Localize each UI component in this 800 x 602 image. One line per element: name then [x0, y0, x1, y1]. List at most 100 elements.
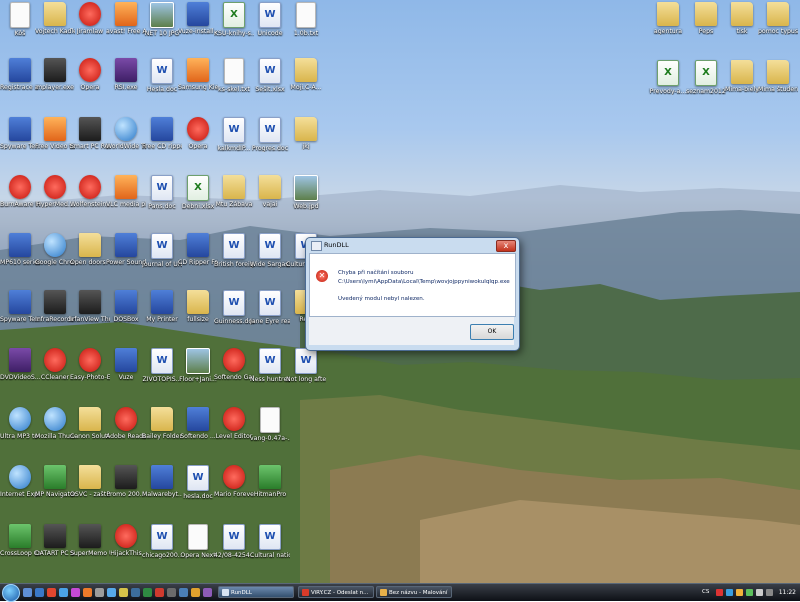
- desktop-icon[interactable]: avast! Free Antivirus: [106, 2, 146, 35]
- tools-quicklaunch-icon[interactable]: [167, 588, 176, 597]
- desktop-icon[interactable]: Jiramlaw: [70, 2, 110, 35]
- desktop-icon[interactable]: MP610 series Příručka o...: [0, 233, 40, 266]
- desktop-icon[interactable]: BurnAware Free: [0, 175, 40, 208]
- desktop-icon[interactable]: Open doors - zaštupce: [70, 233, 110, 266]
- desktop-icon[interactable]: Opera Next: [178, 524, 218, 559]
- desktop-icon[interactable]: MP Navigator ...: [35, 465, 75, 498]
- pdf-quicklaunch-icon[interactable]: [155, 588, 164, 597]
- close-button[interactable]: x: [496, 240, 516, 252]
- desktop-icon[interactable]: Mima študentský: [758, 60, 798, 93]
- desktop-icon[interactable]: WorldWide Telescope: [106, 117, 146, 150]
- desktop-icon[interactable]: ks-skel.txt: [214, 58, 254, 93]
- desktop-icon[interactable]: InfraRecorder: [35, 290, 75, 323]
- taskbar-button[interactable]: Bez názvu - Malování: [376, 586, 452, 598]
- desktop-icon[interactable]: HyperMed...: [35, 175, 75, 208]
- desktop-icon[interactable]: agentura: [648, 2, 688, 35]
- explorer-quicklaunch-icon[interactable]: [95, 588, 104, 597]
- opera-quicklaunch-icon[interactable]: [47, 588, 56, 597]
- desktop-icon[interactable]: W Progres.doc: [250, 117, 290, 152]
- desktop-icon[interactable]: Internet Explorer: [0, 465, 40, 498]
- desktop-icon[interactable]: W Guinness.doc: [214, 290, 254, 325]
- update-tray-icon[interactable]: [736, 589, 743, 596]
- desktop-icon[interactable]: Softendo ...: [178, 407, 218, 440]
- power-tray-icon[interactable]: [766, 589, 773, 596]
- desktop-icon[interactable]: Whesla.doc: [178, 465, 218, 500]
- desktop-icon[interactable]: Mario Forever: [214, 465, 254, 498]
- desktop-icon[interactable]: Power Sound Editor Free: [106, 233, 146, 266]
- media-quicklaunch-icon[interactable]: [71, 588, 80, 597]
- desktop-icon[interactable]: HitmanPro: [250, 465, 290, 498]
- word-quicklaunch-icon[interactable]: [131, 588, 140, 597]
- desktop-icon[interactable]: RSI.exe: [106, 58, 146, 91]
- network-tray-icon[interactable]: [726, 589, 733, 596]
- chrome-quicklaunch-icon[interactable]: [107, 588, 116, 597]
- desktop-icon[interactable]: Mozilla Thunderbird: [35, 407, 75, 440]
- desktop-icon[interactable]: Samsung Kies: [178, 58, 218, 91]
- desktop-icon[interactable]: DVDVideoS... Free Studio: [0, 348, 40, 381]
- desktop-icon[interactable]: X Prevody-a...: [648, 60, 688, 95]
- desktop-icon[interactable]: Promo 200...: [106, 465, 146, 498]
- switch-windows-icon[interactable]: [35, 588, 44, 597]
- desktop-icon[interactable]: Registrace a návod k ...: [0, 58, 40, 91]
- desktop-icon[interactable]: W Pans.doc: [142, 175, 182, 210]
- desktop-icon[interactable]: Bailey Folder: [142, 407, 182, 440]
- desktop-icon[interactable]: X KSU-knihy-s...: [214, 2, 254, 37]
- desktop-icon[interactable]: WkalkmdIP...: [214, 117, 254, 152]
- desktop-icon[interactable]: Spyware Ter...: [0, 117, 40, 150]
- desktop-icon[interactable]: CrossLoop Connect: [0, 524, 40, 557]
- desktop-icon[interactable]: Adobe Reader X: [106, 407, 146, 440]
- desktop-icon[interactable]: DATART PC START BO...: [35, 524, 75, 557]
- desktop-icon[interactable]: Vuze-install...: [178, 2, 218, 35]
- desktop-icon[interactable]: Mtu Zábava: [214, 175, 254, 208]
- desktop-icon[interactable]: Smart PC Recorder: [70, 117, 110, 150]
- desktop-icon[interactable]: CD Ripper Freeware: [178, 233, 218, 266]
- volume-tray-icon[interactable]: [756, 589, 763, 596]
- desktop-icon[interactable]: Level Editor: [214, 407, 254, 440]
- desktop-icon[interactable]: tisk: [722, 2, 762, 35]
- language-indicator[interactable]: CS: [702, 584, 709, 601]
- desktop-icon[interactable]: VLC media player: [106, 175, 146, 208]
- desktop-icon[interactable]: W Sešit.xlsx: [250, 58, 290, 93]
- desktop-icon[interactable]: Ultra MP3 to CD Burner: [0, 407, 40, 440]
- desktop-icon[interactable]: mplayer.exe: [35, 58, 75, 91]
- taskbar-button[interactable]: ViRY.CZ - Odeslat n...: [298, 586, 374, 598]
- desktop-icon[interactable]: Canon Soluti...: [70, 407, 110, 440]
- show-desktop-icon[interactable]: [23, 588, 32, 597]
- desktop-icon[interactable]: IrfanView Thumbnails: [70, 290, 110, 323]
- start-button[interactable]: [2, 584, 20, 602]
- desktop-icon[interactable]: Wolfenstein...: [70, 175, 110, 208]
- paint-quicklaunch-icon[interactable]: [191, 588, 200, 597]
- clock[interactable]: 11:22: [779, 584, 796, 601]
- desktop-icon[interactable]: W Hesla.doc: [142, 58, 182, 93]
- folder-quicklaunch-icon[interactable]: [119, 588, 128, 597]
- desktop-icon[interactable]: DOSBox: [106, 290, 146, 323]
- desktop-icon[interactable]: Free Video to Mp3 Conv...: [35, 117, 75, 150]
- desktop-icon[interactable]: W Jane Eyre reading ...: [250, 290, 290, 325]
- desktop-icon[interactable]: W British foreign ...: [214, 233, 254, 268]
- excel-quicklaunch-icon[interactable]: [143, 588, 152, 597]
- desktop-icon[interactable]: Moji.C-A...: [286, 58, 326, 91]
- desktop-icon[interactable]: Peps: [686, 2, 726, 35]
- desktop-icon[interactable]: Easy-Photo-EX: [70, 348, 110, 381]
- network-quicklaunch-icon[interactable]: [179, 588, 188, 597]
- desktop-icon[interactable]: Opera: [178, 117, 218, 150]
- desktop-icon[interactable]: CCleaner: [35, 348, 75, 381]
- desktop-icon[interactable]: jkj: [286, 117, 326, 150]
- desktop-icon[interactable]: NET 10 JPG: [142, 2, 182, 37]
- desktop-icon[interactable]: W Ness huntress.doc: [250, 348, 290, 383]
- desktop-icon[interactable]: Wchicago200...: [142, 524, 182, 559]
- ie-quicklaunch-icon[interactable]: [59, 588, 68, 597]
- desktop-icon[interactable]: Floor+Jani...: [178, 348, 218, 383]
- firefox-quicklaunch-icon[interactable]: [83, 588, 92, 597]
- desktop-icon[interactable]: Opera: [70, 58, 110, 91]
- desktop-icon[interactable]: X Debni.xlsx: [178, 175, 218, 210]
- desktop-icon[interactable]: Kôš: [0, 2, 40, 37]
- desktop-icon[interactable]: vajai: [250, 175, 290, 208]
- desktop-icon[interactable]: W Journal of Urban H...: [142, 233, 182, 268]
- desktop-icon[interactable]: Malwarebyt... Anti-Malware: [142, 465, 182, 498]
- desktop-icon[interactable]: W Wide Sargasso S...: [250, 233, 290, 268]
- desktop-icon[interactable]: W ZIVOTOPIS...: [142, 348, 182, 383]
- desktop-icon[interactable]: 1.0b.txt: [286, 2, 326, 37]
- desktop-icon[interactable]: Vuze: [106, 348, 146, 381]
- desktop-icon[interactable]: Xseznam2012...: [686, 60, 726, 95]
